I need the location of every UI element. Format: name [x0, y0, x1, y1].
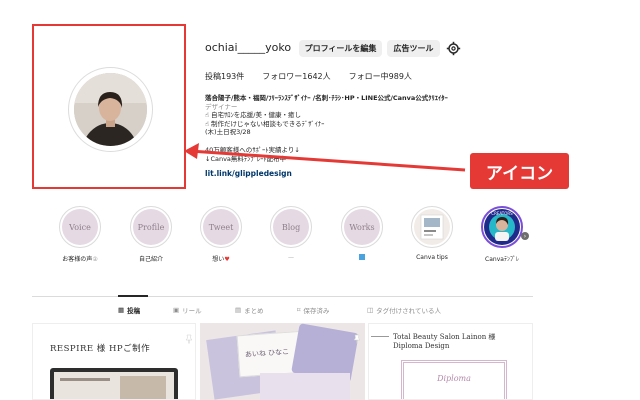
- bio-category: デザイナー: [205, 102, 238, 111]
- chevron-right-icon[interactable]: ›: [521, 232, 529, 240]
- highlight-title: Blog: [273, 209, 309, 245]
- highlight-title: Tweet: [203, 209, 239, 245]
- annotation-label: アイコン: [470, 153, 569, 189]
- post-subtitle: Diploma Design: [393, 342, 450, 350]
- highlight-ring: Profile: [130, 206, 172, 248]
- highlight-label: —: [288, 254, 294, 261]
- ad-tools-button[interactable]: 広告ツール: [387, 40, 440, 57]
- tabs-divider: [32, 296, 533, 297]
- annotation-arrow: [184, 143, 466, 172]
- post-thumbnail[interactable]: Total Beauty Salon Lainon 様 Diploma Desi…: [368, 323, 533, 400]
- post-card-image: [260, 373, 350, 400]
- tab-guides[interactable]: ▤ まとめ: [235, 305, 264, 315]
- tab-posts[interactable]: ▦ 投稿: [118, 305, 140, 315]
- bookmark-icon: ⌑: [297, 306, 301, 314]
- highlight-canva-templates[interactable]: CREATORS Canvaﾃﾝﾌﾟﾚ: [479, 206, 525, 263]
- highlight-profile[interactable]: Profile 自己紹介: [128, 206, 174, 263]
- post-card-text: あいね ひなこ: [244, 347, 290, 359]
- tab-tagged[interactable]: ◫ タグ付けされている人: [367, 305, 441, 315]
- highlight-title: Profile: [133, 209, 169, 245]
- highlight-title: Voice: [62, 209, 98, 245]
- post-thumbnail[interactable]: RESPIRE 様 HPご制作: [32, 323, 196, 400]
- highlight-canva-tips[interactable]: Canva tips: [409, 206, 455, 262]
- reels-icon: ▣: [173, 306, 180, 314]
- highlight-label: 想い♥: [212, 256, 230, 263]
- highlight-voice[interactable]: Voice お客様の声②: [57, 206, 103, 263]
- highlight-blog[interactable]: Blog —: [268, 206, 314, 262]
- posts-count: 投稿193件: [205, 72, 245, 81]
- guide-icon: ▤: [235, 306, 242, 314]
- highlight-ring: Blog: [270, 206, 312, 248]
- avatar[interactable]: [74, 73, 147, 146]
- pin-icon: [352, 329, 362, 344]
- tab-reels[interactable]: ▣ リール: [173, 305, 202, 315]
- svg-text:CREATORS: CREATORS: [491, 211, 513, 216]
- following-count[interactable]: フォロー中989人: [349, 71, 412, 82]
- highlight-label: Canva tips: [416, 254, 448, 261]
- diploma-title: Diploma: [437, 374, 471, 383]
- username: ochiai_____yoko: [205, 41, 292, 54]
- pin-icon: [184, 329, 194, 344]
- highlight-label: 自己紹介: [138, 256, 163, 263]
- post-rule: [371, 336, 389, 337]
- highlight-title: Works: [344, 209, 380, 245]
- edit-profile-button[interactable]: プロフィールを編集: [299, 40, 382, 57]
- highlight-tweet[interactable]: Tweet 想い♥: [198, 206, 244, 263]
- highlight-ring: Tweet: [200, 206, 242, 248]
- post-laptop-image: [50, 368, 178, 399]
- diploma-frame: Diploma: [401, 360, 507, 399]
- active-tab-indicator: [118, 295, 148, 297]
- followers-count[interactable]: フォロワー1642人: [262, 71, 330, 82]
- highlight-ring: Works: [341, 206, 383, 248]
- highlight-ring: CREATORS: [481, 206, 523, 248]
- post-thumbnail[interactable]: あいね ひなこ: [200, 323, 365, 400]
- bio-line: ☝ 自宅ｻﾛﾝを応援/美・健康・癒し: [205, 111, 301, 120]
- highlight-ring: Voice: [59, 206, 101, 248]
- bio-line: (木)土日祝3/28: [205, 128, 251, 137]
- tagged-icon: ◫: [367, 306, 374, 314]
- highlight-thumbnail: [414, 209, 450, 245]
- highlight-label: お客様の声②: [62, 256, 98, 263]
- highlight-thumbnail: CREATORS: [484, 209, 520, 245]
- gear-icon[interactable]: [446, 41, 461, 56]
- tab-saved[interactable]: ⌑ 保存済み: [297, 305, 329, 315]
- highlight-works[interactable]: Works: [339, 206, 385, 262]
- highlight-ring: [411, 206, 453, 248]
- grid-icon: ▦: [118, 306, 125, 314]
- post-title: Total Beauty Salon Lainon 様: [393, 333, 496, 341]
- bio-name: 落合陽子/熊本・福岡/ﾌﾘｰﾗﾝｽﾃﾞｻﾞｲﾅｰ /名刺･ﾁﾗｼ･HP・LINE…: [205, 94, 448, 102]
- highlight-label: [359, 254, 365, 262]
- highlight-label: Canvaﾃﾝﾌﾟﾚ: [485, 256, 519, 263]
- post-title: RESPIRE 様 HPご制作: [50, 344, 151, 354]
- profile-stats: 投稿193件 フォロワー1642人 フォロー中989人: [205, 71, 412, 82]
